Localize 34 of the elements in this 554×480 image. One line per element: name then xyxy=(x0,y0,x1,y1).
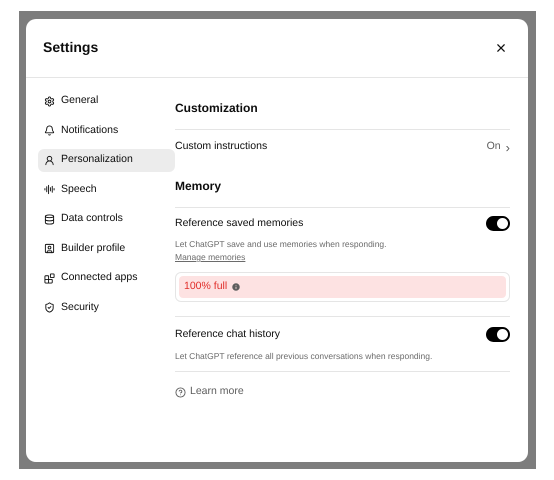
sidebar-item[interactable]: Connected apps xyxy=(38,266,175,290)
dialog-title: Settings xyxy=(43,38,98,57)
id-card-icon xyxy=(44,243,55,254)
close-button[interactable]: × xyxy=(491,38,511,58)
database-icon xyxy=(44,214,55,225)
bell-icon xyxy=(44,125,55,136)
sidebar-item[interactable]: Security xyxy=(38,296,175,320)
person-icon xyxy=(44,154,55,166)
chevron-icon: › xyxy=(506,140,510,154)
sidebar-item[interactable]: Data controls xyxy=(38,208,175,231)
sidebar-item[interactable]: Speech xyxy=(38,178,175,202)
learn-more-link[interactable]: Learn more xyxy=(175,384,244,400)
usage-text: 100% full xyxy=(184,278,228,294)
toggle-switch[interactable] xyxy=(486,327,510,342)
shield-icon xyxy=(44,302,55,314)
sidebar-item[interactable]: Personalization xyxy=(38,148,175,172)
manage-memories-link[interactable]: Manage memories xyxy=(175,251,246,264)
help-icon xyxy=(175,386,186,398)
row-label: Custom instructions xyxy=(175,139,268,154)
section-heading: Memory xyxy=(175,178,222,192)
sidebar-item[interactable]: Builder profile xyxy=(38,237,175,260)
gear-icon xyxy=(44,96,55,107)
row-value: On xyxy=(486,139,501,154)
section-heading: Customization xyxy=(175,100,258,114)
sidebar-item[interactable]: Notifications xyxy=(38,119,175,142)
waveform-icon xyxy=(44,184,55,196)
setting-label: Reference chat history xyxy=(175,326,280,342)
setting-description: Let ChatGPT save and use memories when responding. xyxy=(175,238,388,251)
setting-description: Let ChatGPT reference all previous conversations when responding. xyxy=(175,350,510,372)
toggle-switch[interactable] xyxy=(486,216,510,231)
blocks-icon xyxy=(44,272,55,284)
custom-instructions-row[interactable]: Custom instructions On › xyxy=(175,130,510,164)
sidebar-item[interactable]: General xyxy=(38,90,175,113)
setting-label: Reference saved memories xyxy=(175,216,304,230)
